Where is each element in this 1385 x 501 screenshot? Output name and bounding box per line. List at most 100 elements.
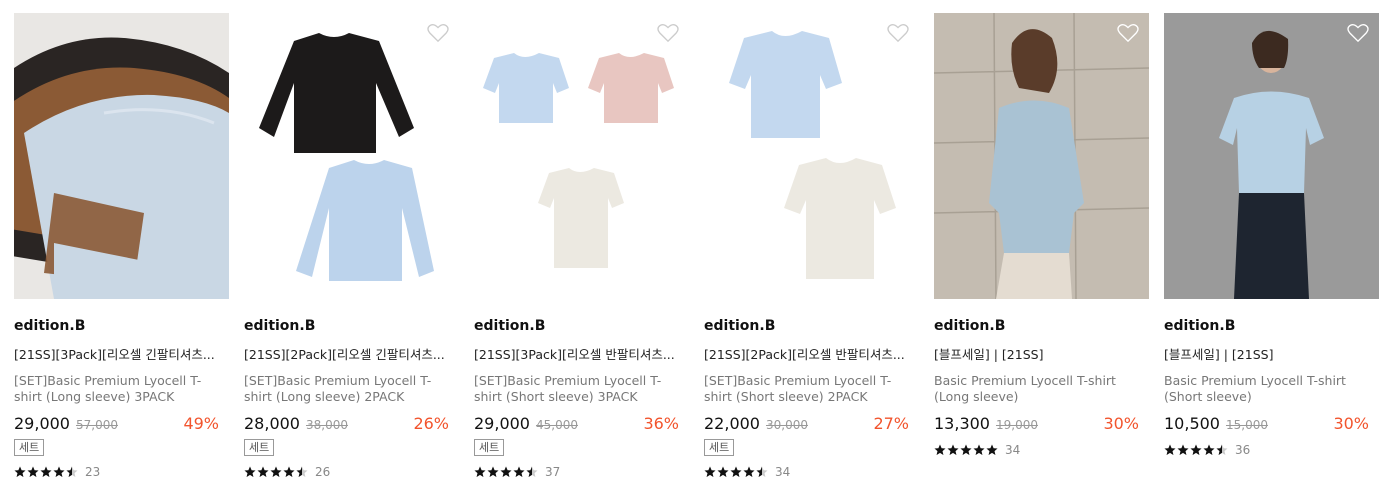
price-row: 10,500 15,000 30%	[1164, 414, 1369, 436]
product-image[interactable]	[934, 13, 1149, 299]
product-image[interactable]	[244, 13, 459, 299]
brand-name[interactable]: edition.B	[244, 317, 459, 335]
brand-name[interactable]: edition.B	[14, 317, 229, 335]
brand-name[interactable]: edition.B	[474, 317, 689, 335]
star-rating	[474, 466, 539, 478]
star-half-icon	[66, 466, 78, 477]
set-badge: 세트	[704, 439, 735, 456]
discount-rate: 26%	[413, 414, 449, 433]
product-title[interactable]: [블프세일] | [21SS]	[1164, 346, 1369, 363]
sale-price: 10,500	[1164, 414, 1220, 433]
product-subtitle[interactable]: Basic Premium Lyocell T-shirt (Long slee…	[934, 373, 1139, 405]
product-photo	[1164, 13, 1379, 299]
wishlist-heart-icon[interactable]	[657, 23, 679, 43]
star-filled-icon	[717, 466, 729, 477]
product-title[interactable]: [블프세일] | [21SS]	[934, 346, 1139, 363]
product-photo	[704, 13, 919, 299]
original-price: 19,000	[995, 418, 1038, 432]
price-row: 13,300 19,000 30%	[934, 414, 1139, 436]
product-card[interactable]: edition.B [블프세일] | [21SS] Basic Premium …	[934, 13, 1149, 457]
star-filled-icon	[960, 444, 972, 455]
sale-price: 29,000	[14, 414, 70, 433]
rating: 36	[1164, 443, 1379, 457]
discount-rate: 49%	[183, 414, 219, 433]
star-filled-icon	[1164, 444, 1176, 455]
sale-price: 29,000	[474, 414, 530, 433]
rating: 34	[934, 443, 1149, 457]
product-image[interactable]	[1164, 13, 1379, 299]
star-filled-icon	[986, 444, 998, 455]
product-image[interactable]	[474, 13, 689, 299]
product-subtitle[interactable]: [SET]Basic Premium Lyocell T-shirt (Long…	[244, 373, 449, 405]
review-count: 23	[85, 465, 101, 479]
star-filled-icon	[40, 466, 52, 477]
star-half-icon	[296, 466, 308, 477]
star-filled-icon	[244, 466, 256, 477]
product-subtitle[interactable]: [SET]Basic Premium Lyocell T-shirt (Shor…	[704, 373, 909, 405]
wishlist-heart-icon[interactable]	[887, 23, 909, 43]
discount-rate: 36%	[643, 414, 679, 433]
star-filled-icon	[1203, 444, 1215, 455]
set-badge: 세트	[244, 439, 275, 456]
product-subtitle[interactable]: [SET]Basic Premium Lyocell T-shirt (Shor…	[474, 373, 679, 405]
review-count: 37	[545, 465, 561, 479]
star-filled-icon	[947, 444, 959, 455]
brand-name[interactable]: edition.B	[934, 317, 1149, 335]
original-price: 45,000	[535, 418, 578, 432]
price-row: 29,000 57,000 49%	[14, 414, 219, 436]
star-filled-icon	[14, 466, 26, 477]
price-row: 28,000 38,000 26%	[244, 414, 449, 436]
product-subtitle[interactable]: [SET]Basic Premium Lyocell T-shirt (Long…	[14, 373, 219, 405]
review-count: 36	[1235, 443, 1251, 457]
original-price: 15,000	[1225, 418, 1268, 432]
review-count: 34	[775, 465, 791, 479]
sale-price: 28,000	[244, 414, 300, 433]
rating: 23	[14, 465, 229, 479]
star-filled-icon	[500, 466, 512, 477]
star-filled-icon	[53, 466, 65, 477]
star-rating	[704, 466, 769, 478]
review-count: 34	[1005, 443, 1021, 457]
star-filled-icon	[27, 466, 39, 477]
star-filled-icon	[270, 466, 282, 477]
product-photo	[14, 13, 229, 299]
product-subtitle[interactable]: Basic Premium Lyocell T-shirt (Short sle…	[1164, 373, 1369, 405]
product-image[interactable]	[14, 13, 229, 299]
original-price: 57,000	[75, 418, 118, 432]
wishlist-heart-icon[interactable]	[1117, 23, 1139, 43]
wishlist-heart-icon[interactable]	[427, 23, 449, 43]
product-photo	[934, 13, 1149, 299]
star-half-icon	[526, 466, 538, 477]
product-card[interactable]: edition.B [21SS][2Pack][리오셀 반팔티셔츠... [SE…	[704, 13, 919, 479]
original-price: 30,000	[765, 418, 808, 432]
product-title[interactable]: [21SS][3Pack][리오셀 반팔티셔츠...	[474, 346, 679, 363]
product-title[interactable]: [21SS][2Pack][리오셀 긴팔티셔츠...	[244, 346, 449, 363]
sale-price: 13,300	[934, 414, 990, 433]
star-filled-icon	[1190, 444, 1202, 455]
star-rating	[244, 466, 309, 478]
product-card[interactable]: edition.B [21SS][2Pack][리오셀 긴팔티셔츠... [SE…	[244, 13, 459, 479]
star-filled-icon	[257, 466, 269, 477]
discount-rate: 30%	[1103, 414, 1139, 433]
star-half-icon	[1216, 444, 1228, 455]
star-filled-icon	[704, 466, 716, 477]
product-title[interactable]: [21SS][2Pack][리오셀 반팔티셔츠...	[704, 346, 909, 363]
product-card[interactable]: edition.B [21SS][3Pack][리오셀 긴팔티셔츠... [SE…	[14, 13, 229, 479]
review-count: 26	[315, 465, 331, 479]
star-filled-icon	[474, 466, 486, 477]
product-image[interactable]	[704, 13, 919, 299]
star-rating	[1164, 444, 1229, 456]
brand-name[interactable]: edition.B	[704, 317, 919, 335]
discount-rate: 27%	[873, 414, 909, 433]
rating: 37	[474, 465, 689, 479]
sale-price: 22,000	[704, 414, 760, 433]
product-card[interactable]: edition.B [21SS][3Pack][리오셀 반팔티셔츠... [SE…	[474, 13, 689, 479]
price-row: 22,000 30,000 27%	[704, 414, 909, 436]
star-rating	[14, 466, 79, 478]
brand-name[interactable]: edition.B	[1164, 317, 1379, 335]
wishlist-heart-icon[interactable]	[1347, 23, 1369, 43]
product-title[interactable]: [21SS][3Pack][리오셀 긴팔티셔츠...	[14, 346, 219, 363]
product-card[interactable]: edition.B [블프세일] | [21SS] Basic Premium …	[1164, 13, 1379, 457]
star-filled-icon	[743, 466, 755, 477]
product-photo	[244, 13, 459, 299]
